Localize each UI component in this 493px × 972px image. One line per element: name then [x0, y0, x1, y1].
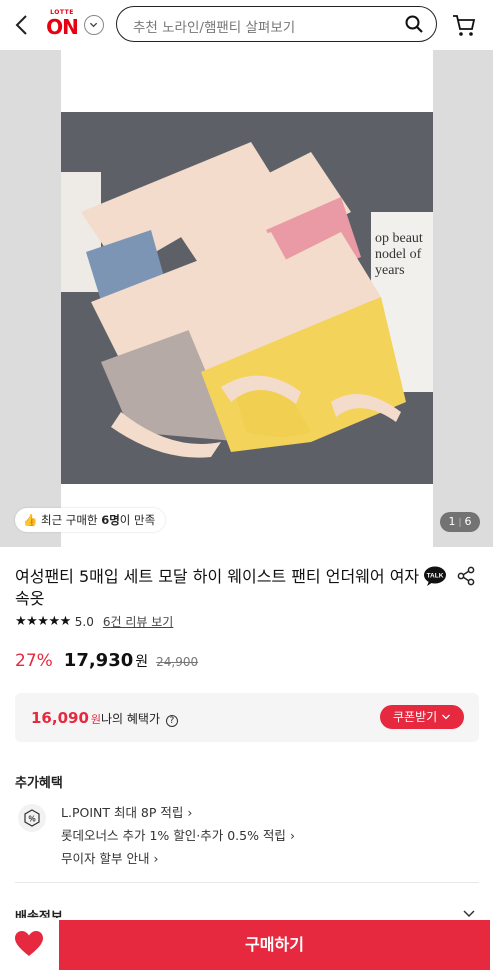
percent-badge-icon: %: [18, 804, 46, 832]
search-input[interactable]: 추천 노라인/햄팬티 살펴보기: [116, 6, 437, 42]
lpoint-benefit-link[interactable]: L.POINT 최대 8P 적립 ›: [61, 801, 295, 824]
thumbs-up-icon: 👍: [23, 513, 38, 527]
product-image-gallery[interactable]: op beaut nodel of years 👍 최근 구매한 6명이 만족 …: [0, 50, 493, 547]
discount-rate: 27%: [15, 651, 53, 671]
benefit-price-label: 나의 혜택가 ?: [101, 710, 178, 727]
lotte-on-logo[interactable]: LOTTE ON: [44, 9, 80, 39]
rating-value: 5.0: [74, 614, 94, 629]
installment-info-link[interactable]: 무이자 할부 안내 ›: [61, 847, 295, 870]
chevron-down-icon: [442, 714, 450, 720]
cart-icon[interactable]: [451, 12, 477, 38]
my-benefit-price-box: 16,090 원 나의 혜택가 ? 쿠폰받기: [15, 693, 479, 742]
chevron-right-icon: ›: [289, 828, 295, 843]
share-icon[interactable]: [457, 566, 475, 586]
info-icon[interactable]: ?: [165, 715, 178, 727]
panties-illustration: op beaut nodel of years: [61, 112, 433, 484]
talk-chat-icon[interactable]: TALK: [423, 566, 447, 586]
chevron-right-icon: ›: [187, 805, 193, 820]
currency-won: 원: [135, 654, 149, 670]
get-coupon-button[interactable]: 쿠폰받기: [380, 705, 464, 729]
chevron-right-icon: ›: [153, 851, 159, 866]
product-title: 여성팬티 5매입 세트 모달 하이 웨이스트 팬티 언더웨어 여자속옷: [15, 567, 420, 608]
price-row: 27% 17,930 원 24,900: [15, 650, 198, 671]
svg-text:nodel of: nodel of: [375, 247, 422, 262]
extra-benefits-list: L.POINT 최대 8P 적립 › 롯데오너스 추가 1% 할인·추가 0.5%…: [61, 801, 295, 870]
search-icon[interactable]: [404, 14, 424, 34]
buy-now-button[interactable]: 구매하기: [59, 920, 490, 970]
svg-text:op beaut: op beaut: [375, 231, 423, 246]
review-link[interactable]: 6건 리뷰 보기: [103, 613, 173, 630]
svg-text:%: %: [28, 815, 35, 824]
star-rating-icons: ★★★★★: [15, 614, 71, 629]
section-divider: [15, 882, 479, 883]
bottom-action-bar: 구매하기: [0, 918, 493, 972]
heart-wishlist-icon[interactable]: [14, 930, 44, 958]
image-counter: 1 | 6: [440, 512, 480, 532]
recent-buyers-badge: 👍 최근 구매한 6명이 만족: [15, 508, 166, 532]
svg-text:years: years: [375, 263, 405, 278]
original-price: 24,900: [156, 655, 199, 669]
product-photo[interactable]: op beaut nodel of years: [61, 50, 433, 547]
search-placeholder: 추천 노라인/햄팬티 살펴보기: [133, 20, 296, 36]
lotte-owners-benefit-link[interactable]: 롯데오너스 추가 1% 할인·추가 0.5% 적립 ›: [61, 824, 295, 847]
mall-menu-chevron-icon[interactable]: [84, 15, 104, 35]
product-page: LOTTE ON 추천 노라인/햄팬티 살펴보기 op beaut nodel …: [0, 0, 493, 972]
extra-benefits-title: 추가혜택: [15, 776, 63, 791]
back-arrow-icon[interactable]: [12, 14, 32, 36]
product-photo-background: op beaut nodel of years: [61, 112, 433, 484]
final-price: 17,930: [63, 650, 134, 671]
rating-row: ★★★★★ 5.0 6건 리뷰 보기: [15, 613, 173, 630]
svg-text:TALK: TALK: [427, 573, 444, 580]
top-header: LOTTE ON 추천 노라인/햄팬티 살펴보기: [0, 0, 493, 50]
benefit-price: 16,090 원: [31, 709, 102, 727]
